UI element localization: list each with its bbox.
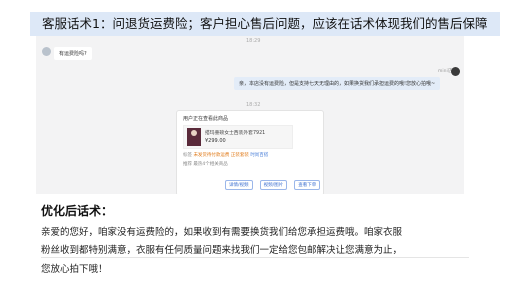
optimized-line: 您放心拍下哦！ <box>41 264 108 275</box>
optimized-line: 粉丝收到都特别满意，衣服有任何质量问题来找我们一定给您包邮解决让您满意为止， <box>41 245 403 256</box>
product-tags: 标签 未发货待付款运费 正装套装 时尚百搭 <box>183 152 268 158</box>
timestamp: 18:32 <box>246 102 261 108</box>
optimized-heading: 优化后话术： <box>41 204 114 218</box>
recommend-text: 推荐 最热4个相关商品 <box>183 162 228 167</box>
agent-message: 亲，本店没有运费险，但是支持七天无理由的，如果换货我们承担运费的哦!您放心拍哦~ <box>234 77 441 90</box>
details-button[interactable]: 详情/视频 <box>225 180 253 190</box>
product-card: 用户正在查看此商品 搭玛重磅女士西装外套7921 ¥299.00 标签 未发货待… <box>176 110 324 194</box>
product-item[interactable]: 搭玛重磅女士西装外套7921 ¥299.00 <box>183 125 293 149</box>
product-price: ¥299.00 <box>205 138 226 144</box>
page-title: 客服话术1：问退货运费险；客户担心售后问题，应该在话术体现我们的售后保障 <box>42 16 488 31</box>
product-name: 搭玛重磅女士西装外套7921 <box>205 131 266 136</box>
tag: 未发货待付款运费 <box>193 153 230 158</box>
tag: 时尚百搭 <box>250 153 269 158</box>
card-actions: 详情/视频 视频/图片 查看下单 <box>223 171 321 190</box>
tag: 正装套装 <box>230 153 249 158</box>
divider <box>41 257 469 258</box>
title-banner: 客服话术1：问退货运费险；客户担心售后问题，应该在话术体现我们的售后保障 <box>30 12 500 36</box>
customer-avatar <box>42 47 51 56</box>
order-button[interactable]: 查看下单 <box>294 180 321 190</box>
media-button[interactable]: 视频/图片 <box>259 180 288 190</box>
tags-label: 标签 <box>183 153 192 158</box>
agent-avatar <box>451 67 460 76</box>
card-title: 用户正在查看此商品 <box>183 116 229 122</box>
timestamp: 18:29 <box>246 38 261 44</box>
customer-message: 有运费险吗? <box>54 47 92 60</box>
chat-screenshot: 18:29 有运费险吗? mini店 亲，本店没有运费险，但是支持七天无理由的，… <box>36 36 464 194</box>
optimized-line: 亲爱的您好，咱家没有运费险的，如果收到有需要换货我们给您承担运费哦。咱家衣服 <box>41 227 403 238</box>
product-thumbnail <box>187 128 201 146</box>
